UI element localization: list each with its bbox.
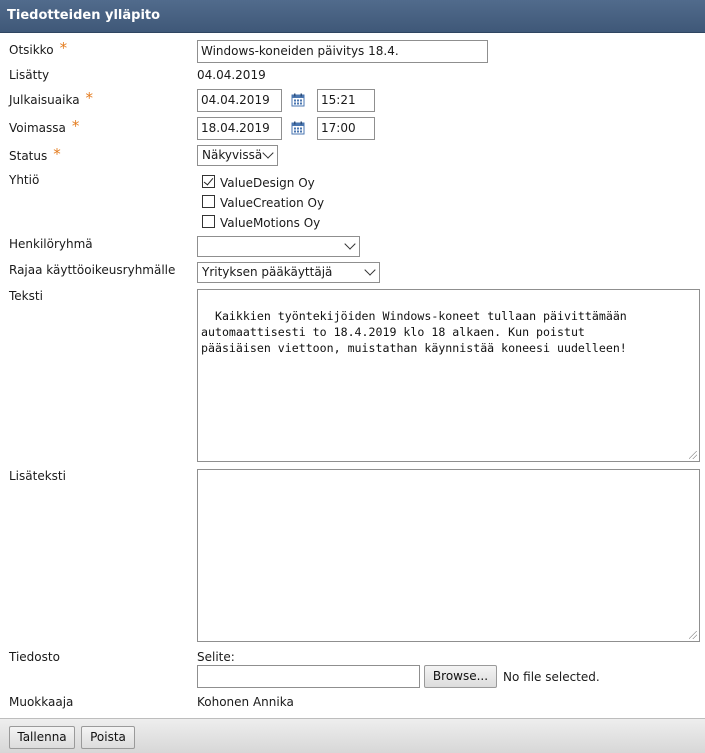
tiedosto-label: Tiedosto bbox=[9, 650, 60, 664]
yhtio-checkbox-valuedesign[interactable] bbox=[202, 175, 215, 188]
henkiloryhma-label: Henkilöryhmä bbox=[9, 237, 93, 251]
chevron-down-icon bbox=[364, 264, 376, 276]
rajaa-select-value: Yrityksen pääkäyttäjä bbox=[202, 265, 333, 279]
voimassa-date-input[interactable]: 18.04.2019 bbox=[197, 117, 282, 140]
selite-label: Selite: bbox=[197, 650, 235, 664]
chevron-down-icon bbox=[344, 238, 356, 250]
selite-input[interactable] bbox=[197, 665, 420, 688]
yhtio-option-label: ValueDesign Oy bbox=[220, 176, 315, 190]
lisateksti-label: Lisäteksti bbox=[9, 469, 66, 483]
check-icon bbox=[203, 175, 214, 186]
otsikko-input[interactable]: Windows-koneiden päivitys 18.4. bbox=[197, 40, 488, 63]
required-marker: * bbox=[85, 89, 94, 107]
teksti-label: Teksti bbox=[9, 289, 43, 303]
rajaa-select[interactable]: Yrityksen pääkäyttäjä bbox=[197, 262, 380, 283]
julkaisuaika-label: Julkaisuaika * bbox=[9, 89, 94, 107]
yhtio-option-label: ValueMotions Oy bbox=[220, 216, 321, 230]
status-select-value: Näkyvissä bbox=[202, 148, 263, 162]
muokkaaja-value: Kohonen Annika bbox=[197, 695, 294, 709]
yhtio-label: Yhtiö bbox=[9, 173, 40, 187]
calendar-icon[interactable] bbox=[291, 93, 305, 107]
chevron-down-icon bbox=[262, 147, 274, 159]
status-label: Status * bbox=[9, 145, 61, 163]
resize-grip-icon[interactable] bbox=[689, 631, 697, 639]
yhtio-checkbox-valuemotions[interactable] bbox=[202, 215, 215, 228]
resize-grip-icon[interactable] bbox=[689, 451, 697, 459]
teksti-textarea[interactable]: Kaikkien työntekijöiden Windows-koneet t… bbox=[197, 289, 700, 462]
muokkaaja-label: Muokkaaja bbox=[9, 695, 74, 709]
julkaisuaika-time-input[interactable]: 15:21 bbox=[317, 89, 375, 112]
lisatty-label: Lisätty bbox=[9, 68, 50, 82]
status-select[interactable]: Näkyvissä bbox=[197, 145, 278, 166]
yhtio-checkbox-valuecreation[interactable] bbox=[202, 195, 215, 208]
required-marker: * bbox=[71, 117, 80, 135]
voimassa-label: Voimassa * bbox=[9, 117, 80, 135]
lisateksti-textarea[interactable] bbox=[197, 469, 700, 642]
henkiloryhma-select[interactable] bbox=[197, 236, 360, 257]
teksti-value: Kaikkien työntekijöiden Windows-koneet t… bbox=[201, 309, 627, 355]
file-status: No file selected. bbox=[503, 670, 600, 684]
panel-header: Tiedotteiden ylläpito bbox=[0, 0, 705, 33]
yhtio-option-label: ValueCreation Oy bbox=[220, 196, 325, 210]
save-button[interactable]: Tallenna bbox=[9, 726, 75, 749]
otsikko-label: Otsikko * bbox=[9, 39, 68, 57]
rajaa-label: Rajaa käyttöoikeusryhmälle bbox=[9, 263, 176, 277]
required-marker: * bbox=[53, 145, 61, 163]
julkaisuaika-date-input[interactable]: 04.04.2019 bbox=[197, 89, 282, 112]
voimassa-time-input[interactable]: 17:00 bbox=[317, 117, 375, 140]
browse-button[interactable]: Browse... bbox=[424, 665, 497, 688]
delete-button[interactable]: Poista bbox=[81, 726, 135, 749]
panel-title: Tiedotteiden ylläpito bbox=[7, 8, 161, 23]
action-bar: Tallenna Poista bbox=[0, 718, 705, 753]
required-marker: * bbox=[59, 39, 68, 57]
lisatty-value: 04.04.2019 bbox=[197, 68, 266, 82]
calendar-icon[interactable] bbox=[291, 121, 305, 135]
